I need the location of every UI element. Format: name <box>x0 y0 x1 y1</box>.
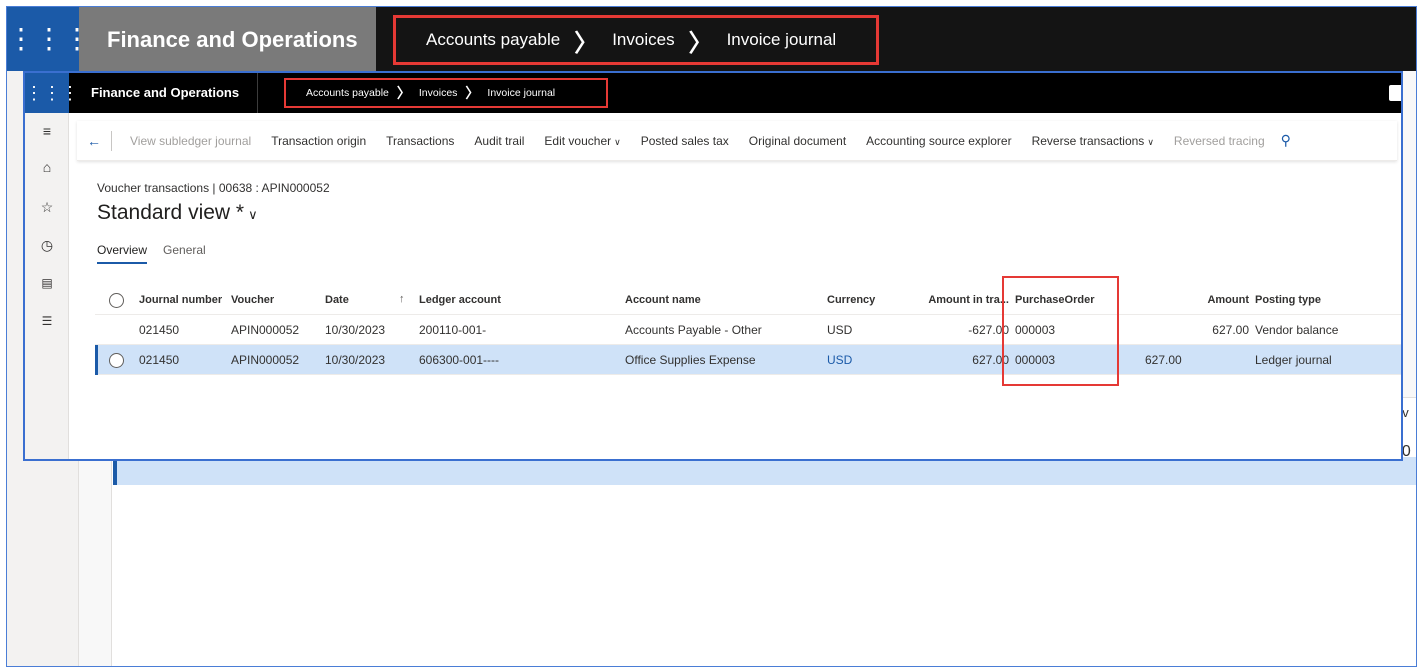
column-header-date[interactable]: Date <box>325 285 349 315</box>
column-header-posting-type[interactable]: Posting type <box>1255 285 1321 315</box>
column-header-ledger-account[interactable]: Ledger account <box>419 285 501 315</box>
chevron-down-icon: ∨ <box>614 136 621 147</box>
nav-rail: ≡ ⌂ ☆ ◷ ▤ ☰ <box>25 113 69 459</box>
breadcrumb: Accounts payable 〉 Invoices 〉 Invoice jo… <box>284 78 608 108</box>
recent-clock-icon[interactable]: ◷ <box>25 233 69 257</box>
chevron-right-icon: 〉 <box>574 29 599 57</box>
purchase-order-highlight <box>1002 276 1119 386</box>
search-icon[interactable]: ⚲ <box>1281 132 1291 149</box>
cell-account-name: Office Supplies Expense <box>625 353 756 367</box>
sort-ascending-icon: ↑ <box>399 293 405 305</box>
workspaces-icon[interactable]: ▤ <box>25 271 69 295</box>
column-header-amount[interactable]: Amount <box>1175 285 1249 315</box>
reverse-transactions-label: Reverse transactions <box>1031 133 1145 148</box>
cell-currency: USD <box>827 323 853 337</box>
edit-voucher-menu[interactable]: Edit voucher ∨ <box>534 134 630 148</box>
cell-ledger-account: 606300-001---- <box>419 353 500 367</box>
row-select-radio[interactable] <box>109 353 124 368</box>
background-crumb-accounts-payable: Accounts payable <box>426 30 561 49</box>
column-header-amount-in-transaction-currency[interactable]: Amount in tra... <box>905 285 1009 315</box>
tab-overview[interactable]: Overview <box>97 243 148 264</box>
original-document-button[interactable]: Original document <box>739 134 856 148</box>
voucher-transactions-window: ⋮⋮⋮ Finance and Operations Accounts paya… <box>23 71 1403 461</box>
transaction-origin-button[interactable]: Transaction origin <box>261 134 376 148</box>
background-crumb-invoices: Invoices <box>612 30 675 49</box>
transactions-grid: Journal number Voucher Date ↑ Ledger acc… <box>95 285 1401 375</box>
chevron-right-icon: 〉 <box>688 29 713 57</box>
background-app-launcher-icon: ⋮⋮⋮ <box>7 7 91 71</box>
cell-amount-in-transaction-currency: -627.00 <box>968 323 1009 337</box>
posted-sales-tax-button[interactable]: Posted sales tax <box>631 134 739 148</box>
crumb-accounts-payable[interactable]: Accounts payable <box>306 87 389 99</box>
column-header-journal-number[interactable]: Journal number <box>139 285 222 315</box>
chevron-right-icon: 〉 <box>396 85 411 101</box>
favorites-star-icon[interactable]: ☆ <box>25 195 69 219</box>
cell-date: 10/30/2023 <box>325 353 386 367</box>
cell-posting-type: Vendor balance <box>1255 323 1339 337</box>
crumb-invoices[interactable]: Invoices <box>419 87 458 99</box>
chevron-right-icon: 〉 <box>465 85 480 101</box>
table-row-selected[interactable]: 021450 APIN000052 10/30/2023 606300-001-… <box>95 345 1401 375</box>
cell-posting-type: Ledger journal <box>1255 353 1332 367</box>
cell-voucher: APIN000052 <box>231 353 300 367</box>
toolbar-divider <box>111 130 112 151</box>
tab-strip: Overview General <box>97 243 206 264</box>
background-app-title: Finance and Operations <box>79 7 376 71</box>
page-content: ← View subledger journal Transaction ori… <box>77 121 1401 459</box>
chevron-down-icon: ∨ <box>248 207 258 222</box>
crumb-invoice-journal[interactable]: Invoice journal <box>487 87 555 99</box>
background-selected-row <box>113 457 1416 485</box>
edit-voucher-label: Edit voucher <box>544 133 612 148</box>
cell-account-name: Accounts Payable - Other <box>625 323 762 337</box>
hamburger-menu-icon[interactable]: ≡ <box>25 119 69 143</box>
view-subledger-journal-button[interactable]: View subledger journal <box>120 134 261 148</box>
chevron-down-icon: ∨ <box>1147 136 1154 147</box>
reverse-transactions-menu[interactable]: Reverse transactions ∨ <box>1022 134 1164 148</box>
back-arrow-icon[interactable]: ← <box>77 133 111 149</box>
reversed-tracing-button[interactable]: Reversed tracing <box>1164 134 1275 148</box>
app-title[interactable]: Finance and Operations <box>69 73 259 113</box>
column-header-voucher[interactable]: Voucher <box>231 285 274 315</box>
cell-amount: 627.00 <box>1212 323 1249 337</box>
cell-amount-in-transaction-currency: 627.00 <box>972 353 1009 367</box>
cell-amount <box>1175 345 1249 375</box>
top-nav-bar: ⋮⋮⋮ Finance and Operations Accounts paya… <box>25 73 1401 113</box>
cell-date: 10/30/2023 <box>325 323 386 337</box>
view-selector[interactable]: Standard view * ∨ <box>97 201 258 225</box>
cell-journal-number: 021450 <box>139 353 180 367</box>
select-all-radio[interactable] <box>109 293 124 308</box>
app-launcher-icon[interactable]: ⋮⋮⋮ <box>25 73 79 113</box>
cell-voucher: APIN000052 <box>231 323 300 337</box>
grid-header-row: Journal number Voucher Date ↑ Ledger acc… <box>95 285 1401 315</box>
home-icon[interactable]: ⌂ <box>25 155 69 179</box>
action-pane: ← View subledger journal Transaction ori… <box>77 121 1397 161</box>
column-header-account-name[interactable]: Account name <box>625 285 701 315</box>
view-name: Standard view * <box>97 201 245 224</box>
audit-trail-button[interactable]: Audit trail <box>464 134 534 148</box>
transactions-button[interactable]: Transactions <box>376 134 464 148</box>
cell-ledger-account: 200110-001- <box>419 323 487 337</box>
tab-general[interactable]: General <box>163 243 206 264</box>
background-crumb-invoice-journal: Invoice journal <box>726 30 837 49</box>
background-breadcrumb: Accounts payable 〉 Invoices 〉 Invoice jo… <box>393 15 879 65</box>
modules-list-icon[interactable]: ☰ <box>25 309 69 333</box>
page-caption: Voucher transactions | 00638 : APIN00005… <box>97 181 330 195</box>
accounting-source-explorer-button[interactable]: Accounting source explorer <box>856 134 1021 148</box>
cell-journal-number: 021450 <box>139 323 180 337</box>
cell-currency-link[interactable]: USD <box>827 345 852 375</box>
global-search-box[interactable] <box>1389 85 1401 101</box>
screenshot-frame: ⋮⋮⋮ Finance and Operations Accounts paya… <box>6 6 1417 667</box>
table-row[interactable]: 021450 APIN000052 10/30/2023 200110-001-… <box>95 315 1401 345</box>
column-header-currency[interactable]: Currency <box>827 285 875 315</box>
